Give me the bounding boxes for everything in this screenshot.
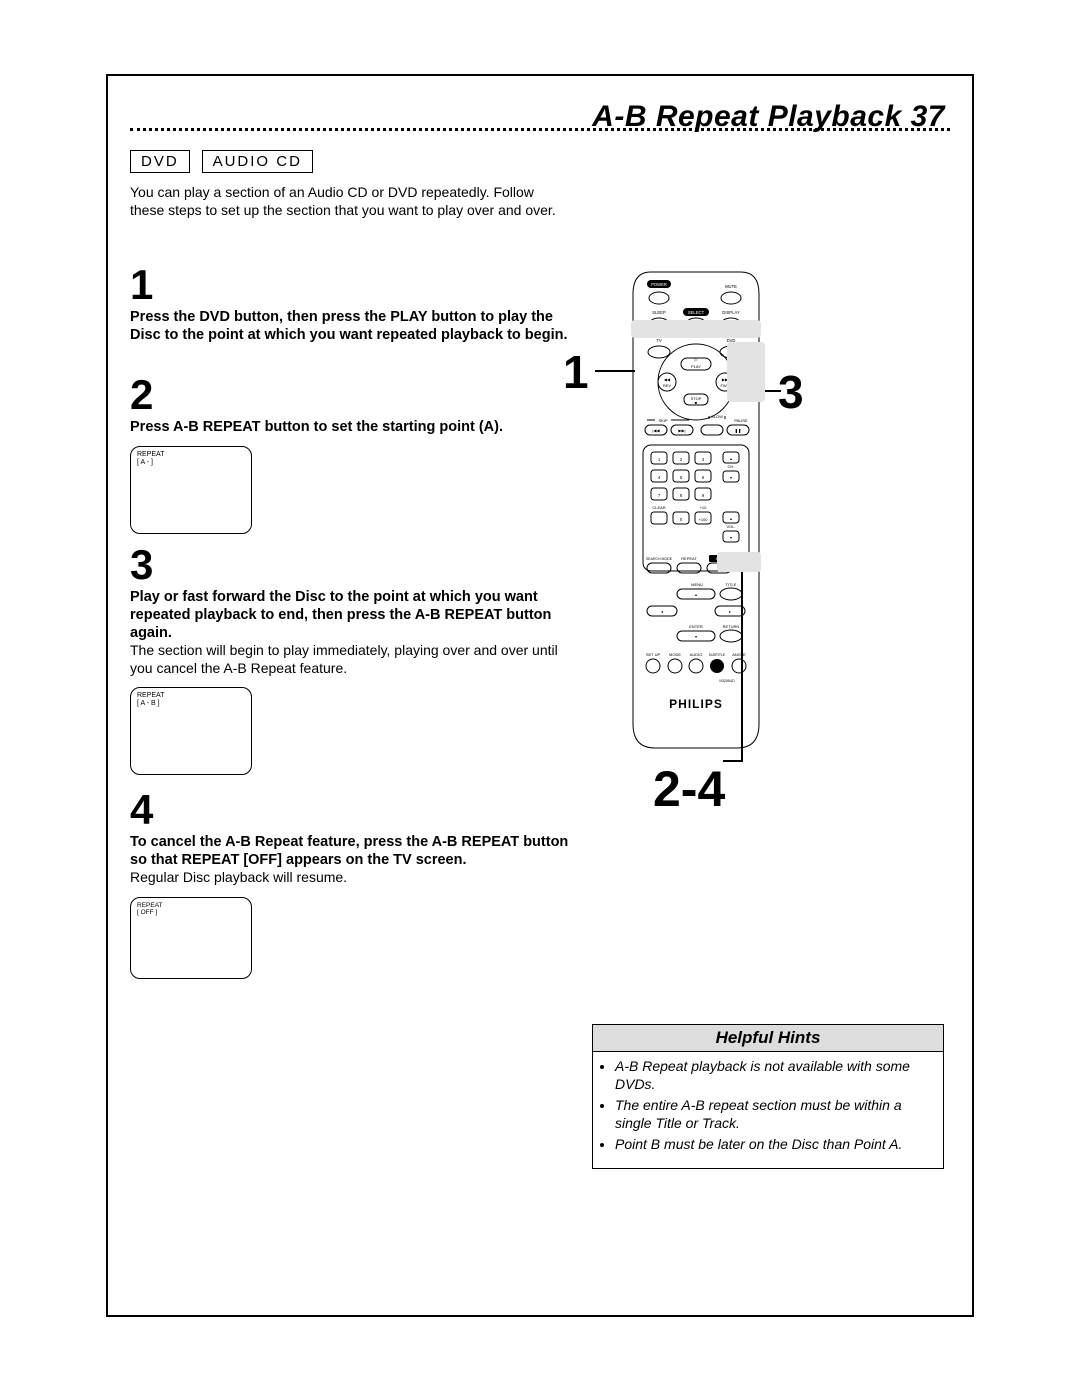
callout-2-4: 2-4: [653, 760, 725, 818]
label-model: N3206UD: [719, 679, 735, 683]
svg-text:▾: ▾: [695, 634, 697, 639]
label-repeat: REPEAT: [681, 556, 697, 561]
leader-line: [723, 760, 743, 762]
step-number: 2: [130, 374, 570, 416]
keypad: 1 2 3 4 5 6 7 8 9 CLEAR +10 0 +100: [651, 452, 711, 524]
svg-text:4: 4: [658, 475, 661, 480]
label-clear: CLEAR: [652, 505, 665, 510]
tv-screen-box: REPEAT [ OFF ]: [130, 897, 252, 979]
step-number: 3: [130, 544, 570, 586]
label-setup: SET UP: [646, 652, 661, 657]
label-enter: ENTER: [689, 624, 703, 629]
chip-audio-cd: AUDIO CD: [202, 150, 313, 173]
svg-text:▴: ▴: [695, 592, 697, 597]
brand-logo: PHILIPS: [669, 697, 723, 711]
remote-body: .st{stroke:#000;fill:none;stroke-width:1…: [631, 270, 761, 750]
svg-text:◀◀: ◀◀: [664, 377, 671, 382]
label-play: PLAY: [691, 364, 701, 369]
label-vol: VOL.: [726, 524, 735, 529]
step-3: 3 Play or fast forward the Disc to the p…: [130, 530, 570, 775]
svg-text:▸: ▸: [729, 609, 731, 614]
step-2: 2 Press A-B REPEAT button to set the sta…: [130, 360, 570, 534]
step-text: Press the DVD button, then press the PLA…: [130, 308, 570, 344]
hints-title: Helpful Hints: [593, 1025, 943, 1052]
label-display: DISPLAY: [722, 310, 740, 315]
svg-text:0: 0: [680, 517, 683, 522]
hints-body: A-B Repeat playback is not available wit…: [593, 1052, 943, 1168]
step-text: Press A-B REPEAT button to set the start…: [130, 418, 570, 436]
svg-text:▴: ▴: [730, 516, 732, 521]
label-title: TITLE: [726, 582, 737, 587]
highlight-dvd-play: [631, 320, 761, 338]
hint-item: Point B must be later on the Disc than P…: [615, 1136, 935, 1154]
label-power: POWER: [651, 282, 667, 287]
helpful-hints-box: Helpful Hints A-B Repeat playback is not…: [592, 1024, 944, 1169]
leader-line: [765, 390, 781, 392]
label-slow: SLOW: [711, 414, 723, 419]
tv-line: [ OFF ]: [137, 909, 245, 916]
tv-screen-box: REPEAT [ A - ]: [130, 446, 252, 534]
label-plus10: +10: [700, 505, 708, 510]
label-subtitle: SUBTITLE: [709, 653, 726, 657]
leader-line: [595, 370, 635, 372]
tv-line: REPEAT: [137, 902, 245, 909]
intro-text: You can play a section of an Audio CD or…: [130, 183, 570, 219]
svg-text:6: 6: [702, 475, 705, 480]
step-number: 1: [130, 264, 570, 306]
svg-text:▾: ▾: [730, 535, 732, 540]
manual-page: A-B Repeat Playback 37 DVD AUDIO CD You …: [0, 0, 1080, 1397]
label-skip: SKIP: [658, 418, 667, 423]
step-note: The section will begin to play immediate…: [130, 642, 570, 677]
dotted-rule: [130, 128, 950, 131]
svg-text:+100: +100: [698, 517, 708, 522]
svg-text:▶▶|: ▶▶|: [678, 428, 685, 433]
remote-illustration: 1 3 2-4 .st{stroke:#000;fill:none;stroke…: [593, 270, 953, 890]
hint-item: The entire A-B repeat section must be wi…: [615, 1097, 935, 1132]
label-ch: CH.: [728, 464, 735, 469]
svg-text:9: 9: [702, 493, 705, 498]
tv-line: REPEAT: [137, 692, 245, 700]
step-text: To cancel the A-B Repeat feature, press …: [130, 833, 570, 869]
svg-text:|◀◀: |◀◀: [652, 428, 660, 433]
label-mode: MODE: [669, 652, 681, 657]
tv-line: [ A - ]: [137, 459, 245, 467]
tv-line: REPEAT: [137, 451, 245, 459]
svg-text:❚❚: ❚❚: [735, 428, 742, 433]
svg-text:8: 8: [680, 493, 683, 498]
label-audio: AUDIO: [690, 652, 703, 657]
chip-dvd: DVD: [130, 150, 190, 173]
label-return: RETURN: [723, 624, 740, 629]
svg-text:7: 7: [658, 493, 661, 498]
callout-1: 1: [563, 345, 589, 399]
callout-3: 3: [778, 365, 804, 419]
highlight-fwd: [727, 342, 765, 402]
svg-text:◂: ◂: [661, 609, 663, 614]
hint-item: A-B Repeat playback is not available wit…: [615, 1058, 935, 1093]
label-angle: ANGLE: [732, 652, 746, 657]
svg-text:3: 3: [702, 457, 705, 462]
svg-text:▴: ▴: [730, 456, 732, 461]
svg-text:▾: ▾: [730, 475, 732, 480]
label-sleep: SLEEP: [652, 310, 666, 315]
svg-text:1: 1: [658, 457, 661, 462]
label-pause: PAUSE: [734, 418, 748, 423]
highlight-ab: [717, 552, 761, 572]
tv-screen-box: REPEAT [ A - B ]: [130, 687, 252, 775]
label-select: SELECT: [688, 310, 705, 315]
label-mute: MUTE: [725, 284, 737, 289]
step-text: Play or fast forward the Disc to the poi…: [130, 588, 570, 642]
svg-text:5: 5: [680, 475, 683, 480]
label-menu: MENU: [691, 582, 703, 587]
step-4: 4 To cancel the A-B Repeat feature, pres…: [130, 775, 570, 979]
label-searchmode: SEARCH MODE: [646, 557, 673, 561]
media-chips: DVD AUDIO CD: [130, 150, 321, 173]
label-tv: TV: [656, 338, 662, 343]
label-rev: REV: [663, 383, 672, 388]
tv-line: [ A - B ]: [137, 700, 245, 708]
svg-text:2: 2: [680, 457, 683, 462]
step-note: Regular Disc playback will resume.: [130, 869, 570, 887]
step-number: 4: [130, 789, 570, 831]
step-1: 1 Press the DVD button, then press the P…: [130, 250, 570, 344]
